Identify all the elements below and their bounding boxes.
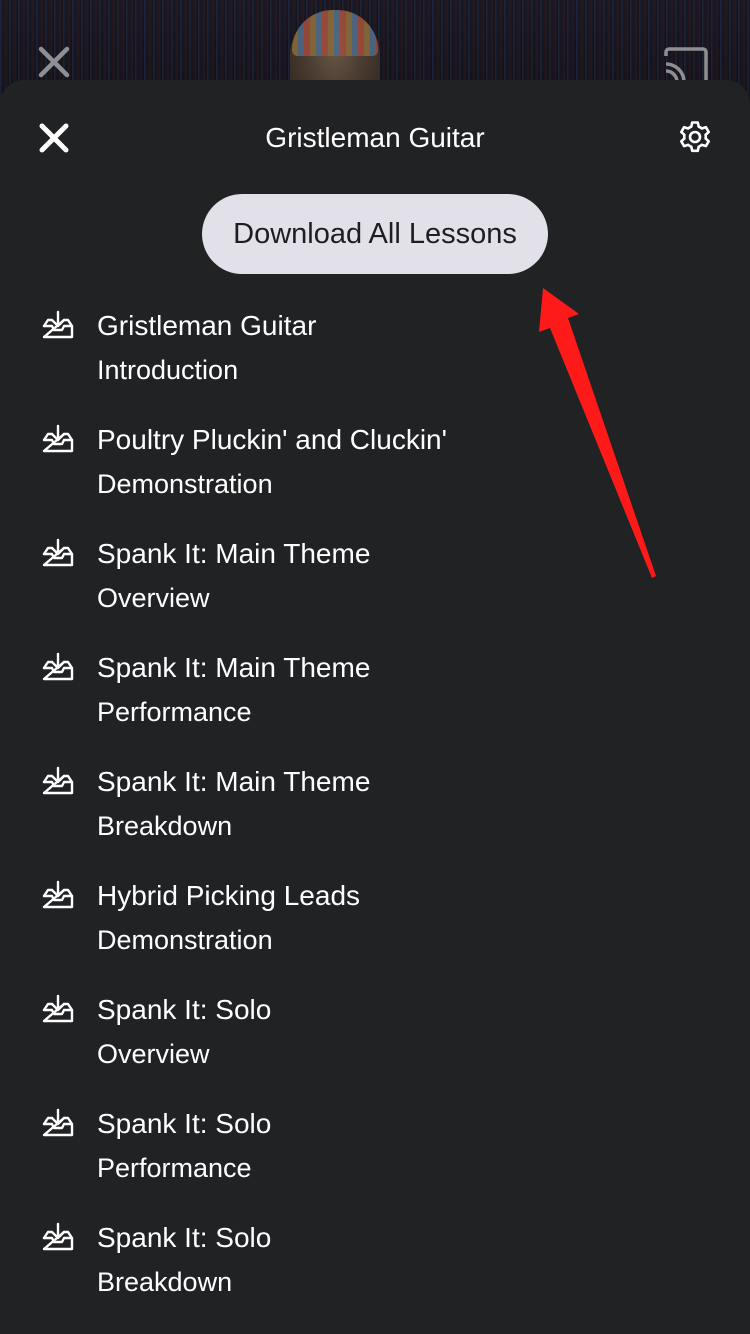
lesson-item[interactable]: Poultry Pluckin' and Cluckin' Demonstrat…: [0, 408, 750, 522]
lesson-subtitle: Performance: [97, 697, 252, 727]
lesson-item[interactable]: Spank It: Solo Performance: [0, 1092, 750, 1206]
lesson-title: Spank It: Main Theme: [97, 652, 371, 683]
download-icon[interactable]: [42, 538, 74, 568]
lesson-item[interactable]: Spank It: Main Theme Performance: [0, 636, 750, 750]
lesson-title: Hybrid Picking Leads: [97, 880, 361, 911]
lesson-title: Spank It: Solo: [97, 1108, 272, 1139]
lesson-title: Spank It: Solo: [97, 1222, 272, 1253]
sheet-header: Gristleman Guitar: [0, 80, 750, 192]
download-icon[interactable]: [42, 652, 74, 682]
download-icon[interactable]: [42, 880, 74, 910]
lesson-title: Gristleman Guitar: [97, 310, 317, 341]
lesson-subtitle: Performance: [97, 1153, 252, 1183]
lesson-subtitle: Introduction: [97, 355, 239, 385]
lesson-list: Gristleman Guitar Introduction Poultry P…: [0, 294, 750, 1320]
lesson-title: Poultry Pluckin' and Cluckin': [97, 424, 447, 455]
lesson-subtitle: Overview: [97, 1039, 210, 1069]
download-icon[interactable]: [42, 424, 74, 454]
lesson-subtitle: Demonstration: [97, 469, 273, 499]
lesson-subtitle: Breakdown: [97, 811, 233, 841]
lesson-subtitle: Overview: [97, 583, 210, 613]
lesson-item[interactable]: Spank It: Main Theme Breakdown: [0, 750, 750, 864]
gear-icon[interactable]: [678, 120, 712, 154]
download-icon[interactable]: [42, 1108, 74, 1138]
lesson-item[interactable]: Spank It: Solo Overview: [0, 978, 750, 1092]
lesson-title: Spank It: Solo: [97, 994, 272, 1025]
download-icon[interactable]: [42, 994, 74, 1024]
lesson-subtitle: Demonstration: [97, 925, 273, 955]
download-icon[interactable]: [42, 310, 74, 340]
player-close-icon[interactable]: [36, 44, 72, 80]
lesson-item[interactable]: Spank It: Solo Breakdown: [0, 1206, 750, 1320]
lesson-item[interactable]: Hybrid Picking Leads Demonstration: [0, 864, 750, 978]
video-person-hat: [292, 10, 378, 56]
lesson-title: Spank It: Main Theme: [97, 538, 371, 569]
lesson-item[interactable]: Gristleman Guitar Introduction: [0, 294, 750, 408]
lesson-subtitle: Breakdown: [97, 1267, 233, 1297]
download-icon[interactable]: [42, 766, 74, 796]
download-icon[interactable]: [42, 1222, 74, 1252]
sheet-title: Gristleman Guitar: [265, 122, 485, 153]
download-all-lessons-button[interactable]: Download All Lessons: [202, 194, 548, 274]
lesson-title: Spank It: Main Theme: [97, 766, 371, 797]
download-sheet: Gristleman Guitar Download All Lessons G…: [0, 80, 750, 1334]
lesson-item[interactable]: Spank It: Main Theme Overview: [0, 522, 750, 636]
